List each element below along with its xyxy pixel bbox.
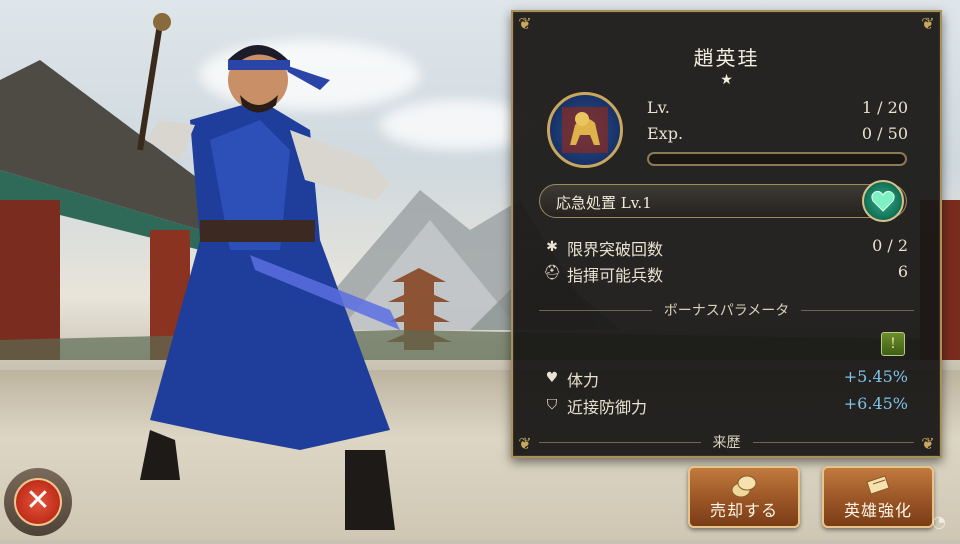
close-button[interactable]: ✕ <box>4 468 72 536</box>
corner-ornament: ❦ <box>518 434 532 453</box>
hero-name: 趙英珪 <box>693 46 760 70</box>
exp-value: 0 / 50 <box>861 124 908 143</box>
breakthrough-label: 限界突破回数 <box>567 240 664 259</box>
bonus-header: ボーナスパラメータ <box>663 303 790 319</box>
close-icon: ✕ <box>14 478 62 526</box>
corner-ornament: ❦ <box>518 14 532 33</box>
breakthrough-icon: ✱ <box>546 239 558 255</box>
bonus-section-header: ボーナスパラメータ <box>539 300 914 320</box>
hero-detail-panel: ❦ ❦ ❦ ❦ 趙英珪 ★ Lv. 1 / 20 Exp. 0 / 50 応急処… <box>511 10 942 458</box>
history-header: 来歴 <box>712 435 741 451</box>
enhance-hero-button[interactable]: 英雄強化 <box>822 466 934 528</box>
corner-ornament: ❦ <box>921 14 935 33</box>
golden-tiger-emblem-icon <box>547 92 623 168</box>
bonus-label: 近接防御力 <box>567 398 648 417</box>
hero-rarity-stars: ★ <box>720 72 733 88</box>
corner-ornament: ❦ <box>921 434 935 453</box>
level-label: Lv. <box>647 98 670 117</box>
helmet-icon: ⛑ <box>543 265 561 281</box>
troops-value: 6 <box>897 262 908 281</box>
breakthrough-value: 0 / 2 <box>872 236 908 255</box>
skill-bar[interactable]: 応急処置 Lv.1 <box>539 184 907 218</box>
level-value: 1 / 20 <box>861 98 908 117</box>
sell-button-label: 売却する <box>709 501 778 520</box>
sell-button[interactable]: 売却する <box>688 466 800 528</box>
bonus-value: +5.45% <box>843 367 908 386</box>
watermark-icon: ◔ <box>932 512 946 531</box>
exp-label: Exp. <box>647 124 684 143</box>
coins-icon <box>729 472 759 500</box>
heart-gem-icon[interactable] <box>862 180 904 222</box>
skill-name: 応急処置 Lv.1 <box>556 194 652 212</box>
bonus-label: 体力 <box>567 371 600 390</box>
bonus-value: +6.45% <box>843 394 908 413</box>
info-toggle-button[interactable]: ! <box>881 332 905 356</box>
exp-progress-bar <box>647 152 907 166</box>
history-section-header: 来歴 <box>539 432 914 452</box>
shield-icon: ⛉ <box>546 397 558 413</box>
enhance-button-label: 英雄強化 <box>843 501 912 520</box>
scroll-icon <box>863 472 893 500</box>
troops-label: 指揮可能兵数 <box>567 266 664 285</box>
hero-character-art <box>120 10 450 540</box>
heart-icon: ♥ <box>545 370 559 386</box>
